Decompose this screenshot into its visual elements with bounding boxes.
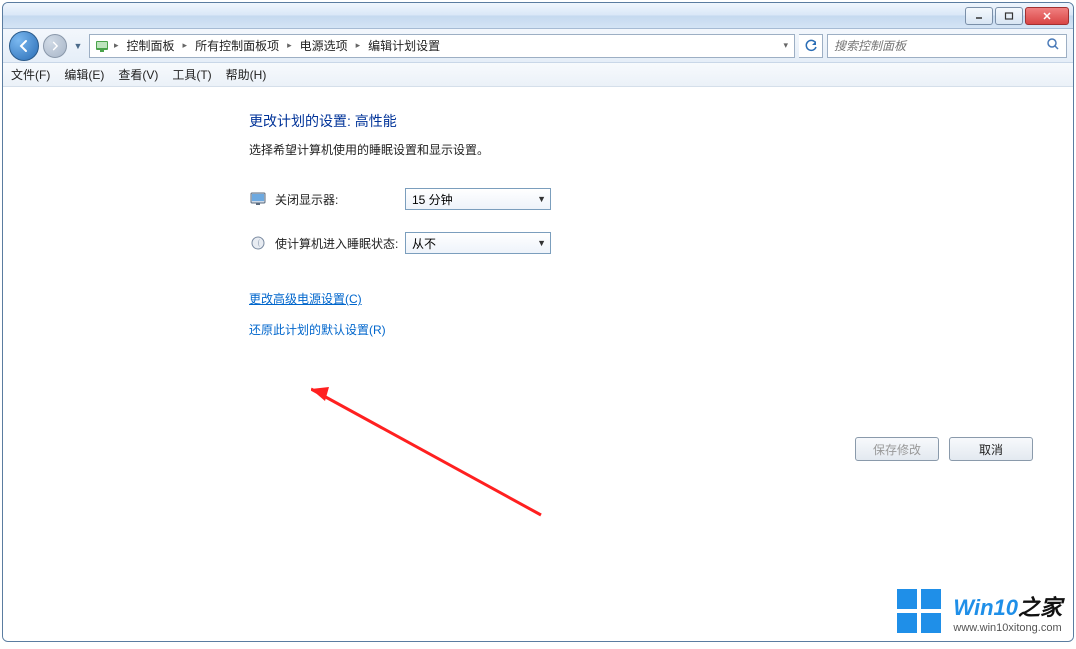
restore-defaults-link[interactable]: 还原此计划的默认设置(R) xyxy=(249,321,1073,338)
watermark-text: Win10之家 www.win10xitong.com xyxy=(953,590,1062,634)
display-off-value: 15 分钟 xyxy=(412,191,453,208)
chevron-down-icon: ▼ xyxy=(537,238,546,248)
setting-sleep: 使计算机进入睡眠状态: 从不 ▼ xyxy=(249,232,1073,254)
page-subtitle: 选择希望计算机使用的睡眠设置和显示设置。 xyxy=(249,141,1073,158)
links-section: 更改高级电源设置(C) 还原此计划的默认设置(R) xyxy=(249,290,1073,338)
search-input[interactable] xyxy=(834,39,1046,53)
search-box[interactable] xyxy=(827,34,1067,58)
watermark-brand-a: Win10 xyxy=(953,595,1018,620)
watermark: Win10之家 www.win10xitong.com xyxy=(897,589,1062,635)
menu-bar: 文件(F) 编辑(E) 查看(V) 工具(T) 帮助(H) xyxy=(3,63,1073,87)
page-title: 更改计划的设置: 高性能 xyxy=(249,111,1073,131)
chevron-down-icon: ▼ xyxy=(537,194,546,204)
menu-view[interactable]: 查看(V) xyxy=(118,66,158,83)
close-button[interactable] xyxy=(1025,7,1069,25)
cancel-button[interactable]: 取消 xyxy=(949,437,1033,461)
menu-file[interactable]: 文件(F) xyxy=(11,66,50,83)
menu-edit[interactable]: 编辑(E) xyxy=(64,66,104,83)
setting-display-off: 关闭显示器: 15 分钟 ▼ xyxy=(249,188,1073,210)
nav-bar: ▼ ▸ 控制面板 ▸ 所有控制面板项 ▸ 电源选项 ▸ 编辑计划设置 ▾ xyxy=(3,29,1073,63)
display-off-dropdown[interactable]: 15 分钟 ▼ xyxy=(405,188,551,210)
moon-icon xyxy=(249,234,267,252)
search-icon xyxy=(1046,37,1060,54)
content-area: 更改计划的设置: 高性能 选择希望计算机使用的睡眠设置和显示设置。 关闭显示器:… xyxy=(3,87,1073,641)
breadcrumb-item[interactable]: 编辑计划设置 xyxy=(364,37,444,54)
monitor-icon xyxy=(249,190,267,208)
titlebar xyxy=(3,3,1073,29)
breadcrumb-item[interactable]: 电源选项 xyxy=(296,37,352,54)
nav-history-dropdown[interactable]: ▼ xyxy=(71,41,85,51)
breadcrumb-item[interactable]: 控制面板 xyxy=(123,37,179,54)
address-bar[interactable]: ▸ 控制面板 ▸ 所有控制面板项 ▸ 电源选项 ▸ 编辑计划设置 ▾ xyxy=(89,34,795,58)
save-button[interactable]: 保存修改 xyxy=(855,437,939,461)
sleep-dropdown[interactable]: 从不 ▼ xyxy=(405,232,551,254)
advanced-power-link[interactable]: 更改高级电源设置(C) xyxy=(249,290,1073,307)
refresh-button[interactable] xyxy=(799,34,823,58)
watermark-logo-icon xyxy=(897,589,943,635)
maximize-button[interactable] xyxy=(995,7,1023,25)
display-off-label: 关闭显示器: xyxy=(275,191,405,208)
chevron-right-icon: ▸ xyxy=(181,40,190,51)
chevron-right-icon: ▸ xyxy=(285,40,294,51)
window-controls xyxy=(965,7,1069,25)
minimize-button[interactable] xyxy=(965,7,993,25)
watermark-brand-b: 之家 xyxy=(1018,595,1062,620)
chevron-down-icon[interactable]: ▾ xyxy=(781,40,790,51)
menu-help[interactable]: 帮助(H) xyxy=(226,66,267,83)
control-panel-icon xyxy=(94,38,110,54)
annotation-arrow xyxy=(311,385,551,525)
chevron-right-icon: ▸ xyxy=(354,40,363,51)
chevron-right-icon: ▸ xyxy=(112,40,121,51)
breadcrumb-item[interactable]: 所有控制面板项 xyxy=(191,37,283,54)
nav-back-button[interactable] xyxy=(9,31,39,61)
nav-forward-button[interactable] xyxy=(43,34,67,58)
sleep-value: 从不 xyxy=(412,235,436,252)
menu-tools[interactable]: 工具(T) xyxy=(172,66,211,83)
sleep-label: 使计算机进入睡眠状态: xyxy=(275,235,405,252)
button-row: 保存修改 取消 xyxy=(855,437,1033,461)
window-frame: ▼ ▸ 控制面板 ▸ 所有控制面板项 ▸ 电源选项 ▸ 编辑计划设置 ▾ xyxy=(2,2,1074,642)
watermark-url: www.win10xitong.com xyxy=(953,622,1062,634)
